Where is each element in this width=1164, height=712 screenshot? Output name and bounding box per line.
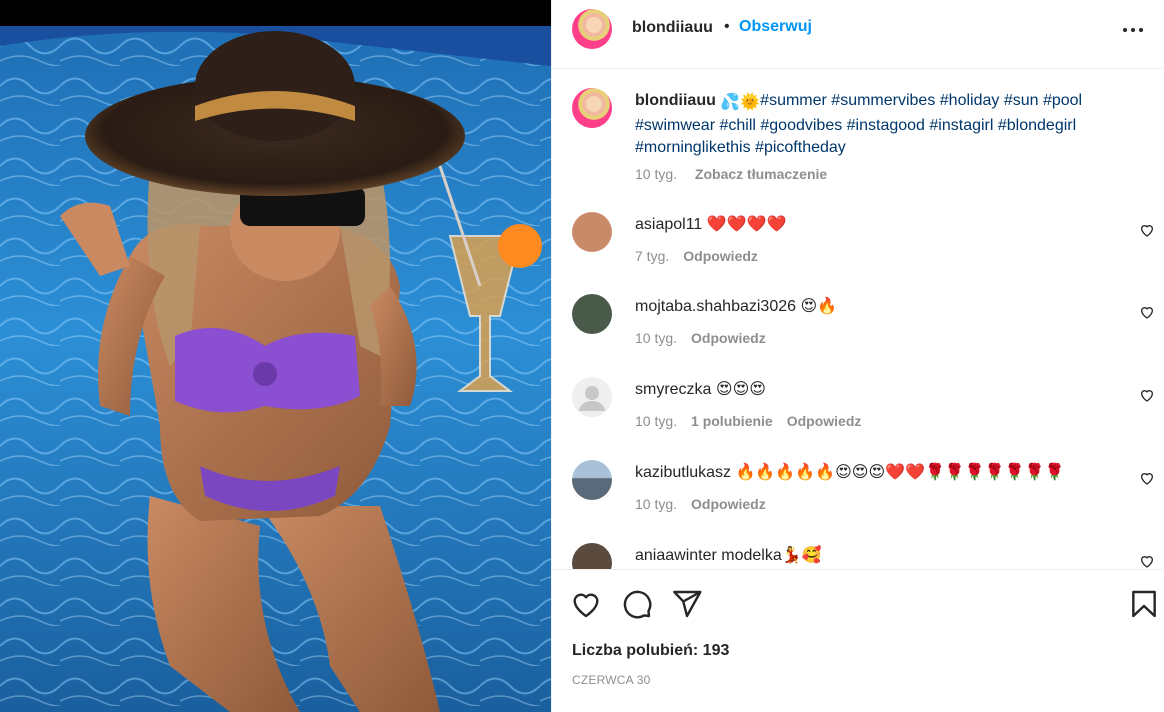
caption-username[interactable]: blondiiauu bbox=[635, 92, 716, 109]
comment-line: mojtaba.shahbazi3026 😍🔥 bbox=[635, 296, 837, 316]
owner-username[interactable]: blondiiauu bbox=[632, 19, 713, 37]
comment-likes-count[interactable]: 1 polubienie bbox=[691, 413, 773, 429]
comment-like-heart-icon[interactable] bbox=[1139, 387, 1155, 403]
comment-meta: 10 tyg. Odpowiedz bbox=[635, 330, 766, 346]
header-separator: • bbox=[724, 18, 730, 35]
comments-list[interactable]: blondiiauu 💦🌞#summer #summervibes #holid… bbox=[552, 70, 1164, 569]
commenter-username[interactable]: mojtaba.shahbazi3026 bbox=[635, 298, 796, 315]
post-photo[interactable] bbox=[0, 0, 551, 712]
comment-item: asiapol11 ❤️❤️❤️❤️ 7 tyg. Odpowiedz bbox=[552, 212, 1164, 294]
owner-avatar[interactable] bbox=[572, 9, 612, 49]
caption-text: blondiiauu 💦🌞#summer #summervibes #holid… bbox=[635, 90, 1140, 160]
comment-text: modelka💃🥰 bbox=[721, 547, 822, 564]
bookmark-icon[interactable] bbox=[1128, 588, 1160, 620]
commenter-username[interactable]: asiapol11 bbox=[635, 216, 702, 233]
comment-line: smyreczka 😍😍😍 bbox=[635, 379, 766, 399]
post-actions: Liczba polubień: 193 CZERWCA 30 bbox=[552, 569, 1164, 712]
reply-button[interactable]: Odpowiedz bbox=[683, 248, 758, 264]
comment-item: mojtaba.shahbazi3026 😍🔥 10 tyg. Odpowiedz bbox=[552, 294, 1164, 376]
comment-text: ❤️❤️❤️❤️ bbox=[706, 216, 787, 233]
caption-age: 10 tyg. bbox=[635, 166, 678, 182]
default-avatar-icon[interactable] bbox=[572, 377, 612, 417]
comment-line: aniaawinter modelka💃🥰 bbox=[635, 545, 822, 565]
post-date[interactable]: CZERWCA 30 bbox=[572, 673, 650, 687]
more-horizontal-icon[interactable] bbox=[1121, 20, 1145, 40]
comment-item: aniaawinter modelka💃🥰 bbox=[552, 543, 1164, 569]
comment-age: 10 tyg. bbox=[635, 413, 678, 429]
commenter-avatar[interactable] bbox=[572, 460, 612, 500]
caption-avatar[interactable] bbox=[572, 88, 612, 128]
commenter-avatar[interactable] bbox=[572, 294, 612, 334]
heart-icon[interactable] bbox=[570, 588, 602, 620]
translate-link[interactable]: Zobacz tłumaczenie bbox=[695, 166, 827, 182]
comment-like-heart-icon[interactable] bbox=[1139, 553, 1155, 569]
commenter-username[interactable]: aniaawinter bbox=[635, 547, 717, 564]
commenter-username[interactable]: kazibutlukasz bbox=[635, 464, 731, 481]
comment-like-heart-icon[interactable] bbox=[1139, 222, 1155, 238]
comment-meta: 10 tyg. Odpowiedz bbox=[635, 496, 766, 512]
comment-line: asiapol11 ❤️❤️❤️❤️ bbox=[635, 214, 786, 234]
comment-meta: 10 tyg. 1 polubienie Odpowiedz bbox=[635, 413, 861, 429]
photo-top-bar bbox=[0, 0, 551, 26]
comment-line: kazibutlukasz 🔥🔥🔥🔥🔥😍😍😍❤️❤️🌹🌹🌹🌹🌹🌹🌹 bbox=[635, 462, 1064, 482]
comment-text: 😍🔥 bbox=[800, 298, 838, 315]
reply-button[interactable]: Odpowiedz bbox=[691, 330, 766, 346]
comment-age: 7 tyg. bbox=[635, 248, 670, 264]
caption-meta: 10 tyg. Zobacz tłumaczenie bbox=[635, 166, 827, 182]
comment-text: 🔥🔥🔥🔥🔥😍😍😍❤️❤️🌹🌹🌹🌹🌹🌹🌹 bbox=[735, 464, 1065, 481]
comment-age: 10 tyg. bbox=[635, 496, 678, 512]
commenter-avatar[interactable] bbox=[572, 212, 612, 252]
comment-item: smyreczka 😍😍😍 10 tyg. 1 polubienie Odpowie… bbox=[552, 377, 1164, 459]
post-side-panel: blondiiauu • Obserwuj blondiiauu 💦🌞#summ… bbox=[551, 0, 1164, 712]
share-icon[interactable] bbox=[671, 588, 703, 620]
comment-age: 10 tyg. bbox=[635, 330, 678, 346]
commenter-username[interactable]: smyreczka bbox=[635, 381, 711, 398]
comment-text: 😍😍😍 bbox=[715, 381, 766, 398]
caption-emoji-sun: 🌞 bbox=[740, 94, 761, 111]
reply-button[interactable]: Odpowiedz bbox=[787, 413, 862, 429]
post-header: blondiiauu • Obserwuj bbox=[552, 0, 1164, 69]
instagram-post-view: blondiiauu • Obserwuj blondiiauu 💦🌞#summ… bbox=[0, 0, 1164, 712]
photo-illustration bbox=[0, 26, 551, 712]
commenter-avatar[interactable] bbox=[572, 543, 612, 569]
comment-like-heart-icon[interactable] bbox=[1139, 304, 1155, 320]
comment-meta: 7 tyg. Odpowiedz bbox=[635, 248, 758, 264]
comment-icon[interactable] bbox=[621, 588, 653, 620]
follow-button[interactable]: Obserwuj bbox=[739, 18, 812, 36]
comment-like-heart-icon[interactable] bbox=[1139, 470, 1155, 486]
caption-emoji-droplets: 💦 bbox=[720, 94, 741, 111]
comment-item: kazibutlukasz 🔥🔥🔥🔥🔥😍😍😍❤️❤️🌹🌹🌹🌹🌹🌹🌹 10 tyg… bbox=[552, 460, 1164, 542]
likes-count[interactable]: Liczba polubień: 193 bbox=[572, 642, 729, 660]
reply-button[interactable]: Odpowiedz bbox=[691, 496, 766, 512]
